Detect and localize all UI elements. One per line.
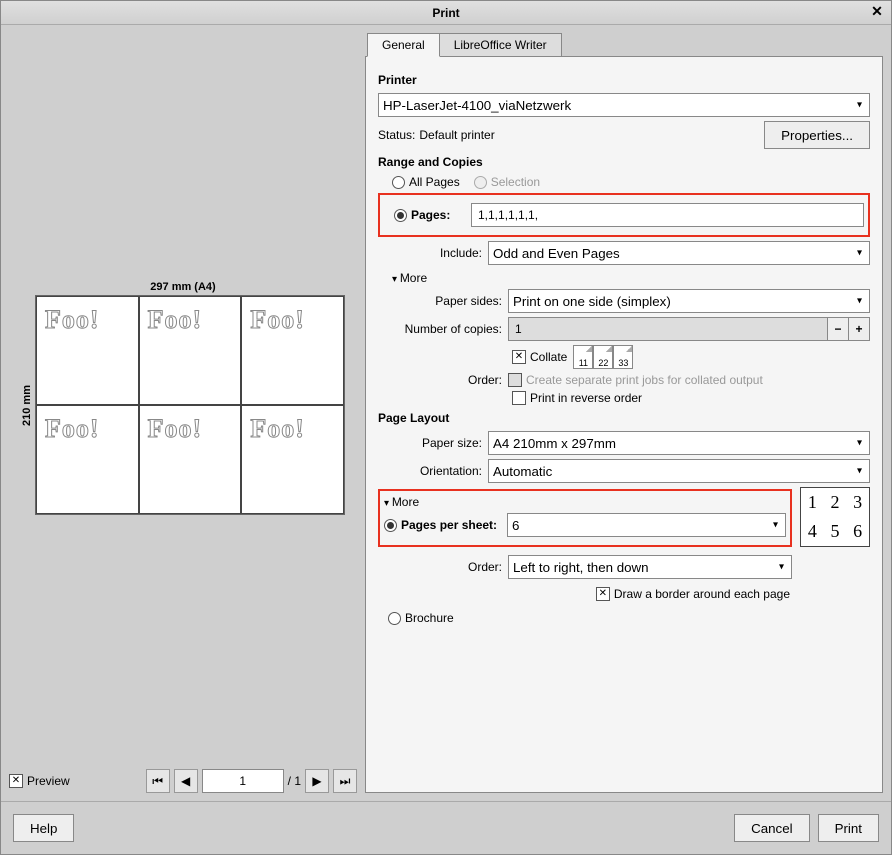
titlebar: Print ✕ [1, 1, 891, 25]
layout-heading: Page Layout [378, 411, 870, 425]
window-title: Print [432, 6, 459, 20]
range-order-label: Order: [378, 373, 508, 387]
pps-highlight: More Pages per sheet: 6 [378, 489, 792, 547]
copies-label: Number of copies: [378, 322, 508, 336]
preview-dim-top: 297 mm (A4) [150, 281, 215, 293]
preview-cell: Foo! [250, 414, 305, 444]
orientation-select[interactable]: Automatic [488, 459, 870, 483]
page-total: / 1 [288, 774, 301, 788]
first-page-button[interactable]: ⏮ [146, 769, 170, 793]
help-button[interactable]: Help [13, 814, 74, 842]
page-number-input[interactable] [202, 769, 284, 793]
all-pages-radio[interactable] [392, 176, 405, 189]
preview-cell: Foo! [148, 305, 203, 335]
printer-status-value: Default printer [419, 128, 494, 142]
brochure-radio[interactable] [388, 612, 401, 625]
properties-button[interactable]: Properties... [764, 121, 870, 149]
print-dialog: Print ✕ 297 mm (A4) 210 mm Foo! Foo! Foo… [0, 0, 892, 855]
brochure-label: Brochure [405, 611, 454, 625]
separate-jobs-checkbox[interactable] [508, 373, 522, 387]
reverse-order-checkbox[interactable] [512, 391, 526, 405]
layout-more-toggle[interactable]: More [384, 495, 786, 509]
pps-select[interactable]: 6 [507, 513, 786, 537]
preview-cell: Foo! [148, 414, 203, 444]
pages-label: Pages: [411, 208, 471, 222]
separate-jobs-label: Create separate print jobs for collated … [526, 373, 763, 387]
print-button[interactable]: Print [818, 814, 879, 842]
printer-status-label: Status: [378, 128, 415, 142]
tab-writer[interactable]: LibreOffice Writer [439, 33, 562, 57]
preview-cell: Foo! [45, 414, 100, 444]
range-heading: Range and Copies [378, 155, 870, 169]
printer-select[interactable]: HP-LaserJet-4100_viaNetzwerk [378, 93, 870, 117]
pages-radio[interactable] [394, 209, 407, 222]
include-label: Include: [378, 246, 488, 260]
paper-size-label: Paper size: [378, 436, 488, 450]
copies-minus[interactable]: − [827, 317, 849, 341]
selection-label: Selection [491, 175, 540, 189]
dialog-footer: Help Cancel Print [1, 801, 891, 854]
preview-label: Preview [27, 774, 70, 788]
selection-radio [474, 176, 487, 189]
layout-order-label: Order: [378, 560, 508, 574]
tab-general[interactable]: General [367, 33, 440, 57]
collate-icon: 112233 [573, 345, 633, 369]
close-icon[interactable]: ✕ [869, 4, 885, 20]
collate-label: Collate [530, 350, 567, 364]
border-checkbox[interactable] [596, 587, 610, 601]
preview-dim-left: 210 mm [21, 385, 33, 426]
next-page-button[interactable]: ▶ [305, 769, 329, 793]
pps-label: Pages per sheet: [401, 518, 507, 532]
prev-page-button[interactable]: ◀ [174, 769, 198, 793]
pps-radio[interactable] [384, 519, 397, 532]
paper-sides-select[interactable]: Print on one side (simplex) [508, 289, 870, 313]
preview-sheet: Foo! Foo! Foo! Foo! Foo! Foo! [35, 295, 345, 515]
paper-size-select[interactable]: A4 210mm x 297mm [488, 431, 870, 455]
preview-pane: 297 mm (A4) 210 mm Foo! Foo! Foo! Foo! F… [9, 33, 357, 793]
copies-plus[interactable]: + [848, 317, 870, 341]
collate-checkbox[interactable] [512, 350, 526, 364]
general-panel: Printer HP-LaserJet-4100_viaNetzwerk Sta… [365, 56, 883, 793]
pages-input[interactable] [471, 203, 864, 227]
preview-cell: Foo! [250, 305, 305, 335]
nup-preview-icon: 123 456 [800, 487, 870, 547]
layout-order-select[interactable]: Left to right, then down [508, 555, 792, 579]
last-page-button[interactable]: ⏭ [333, 769, 357, 793]
preview-checkbox[interactable] [9, 774, 23, 788]
paper-sides-label: Paper sides: [378, 294, 508, 308]
range-more-toggle[interactable]: More [392, 271, 870, 285]
reverse-order-label: Print in reverse order [530, 391, 642, 405]
all-pages-label: All Pages [409, 175, 460, 189]
cancel-button[interactable]: Cancel [734, 814, 810, 842]
pages-row-highlight: Pages: [378, 193, 870, 237]
preview-cell: Foo! [45, 305, 100, 335]
orientation-label: Orientation: [378, 464, 488, 478]
border-label: Draw a border around each page [614, 587, 790, 601]
include-select[interactable]: Odd and Even Pages [488, 241, 870, 265]
printer-heading: Printer [378, 73, 870, 87]
copies-input[interactable] [508, 317, 828, 341]
